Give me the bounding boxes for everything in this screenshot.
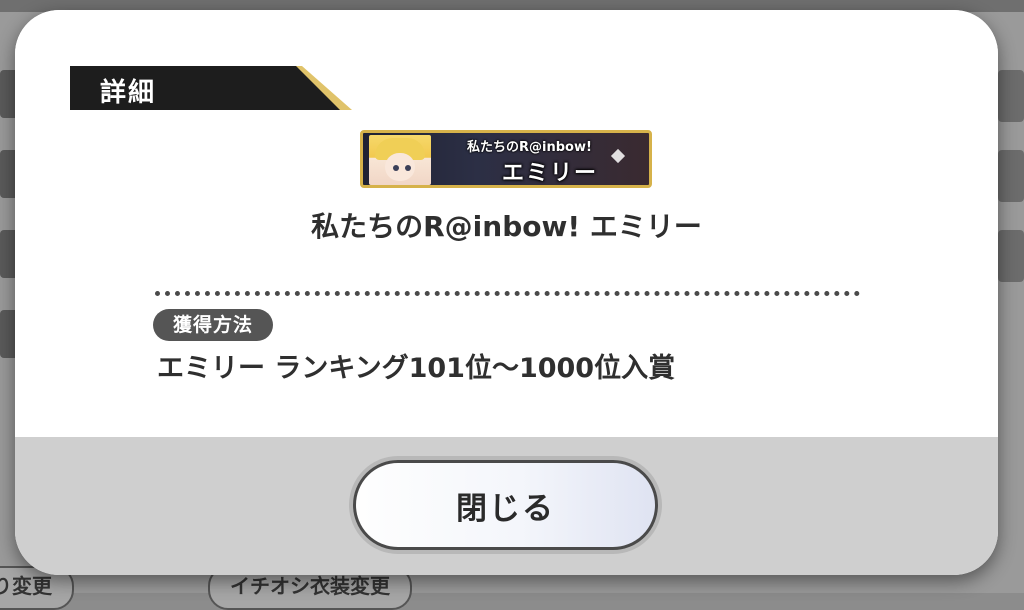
portrait-eye <box>405 165 411 171</box>
dialog-body: 詳細 私たちのR@inbow! エミリー 私たちのR@inbow! エミリー 獲… <box>15 10 998 437</box>
background-list-item <box>998 230 1024 282</box>
background-list-item <box>998 70 1024 122</box>
close-button[interactable]: 閉じる <box>353 460 658 550</box>
item-title: 私たちのR@inbow! エミリー <box>311 210 702 243</box>
item-badge-image: 私たちのR@inbow! エミリー <box>360 130 652 188</box>
acquisition-label-pill: 獲得方法 <box>153 309 274 341</box>
portrait-eye <box>393 165 399 171</box>
background-list-item <box>998 150 1024 202</box>
character-portrait <box>369 135 431 185</box>
badge-name: エミリー <box>501 161 598 186</box>
dotted-divider <box>155 291 860 296</box>
badge-subtitle: 私たちのR@inbow! <box>467 140 592 155</box>
dialog-title: 詳細 <box>100 78 157 108</box>
acquisition-method: エミリー ランキング101位～1000位入賞 <box>157 353 676 384</box>
dialog-header: 詳細 <box>70 66 352 110</box>
